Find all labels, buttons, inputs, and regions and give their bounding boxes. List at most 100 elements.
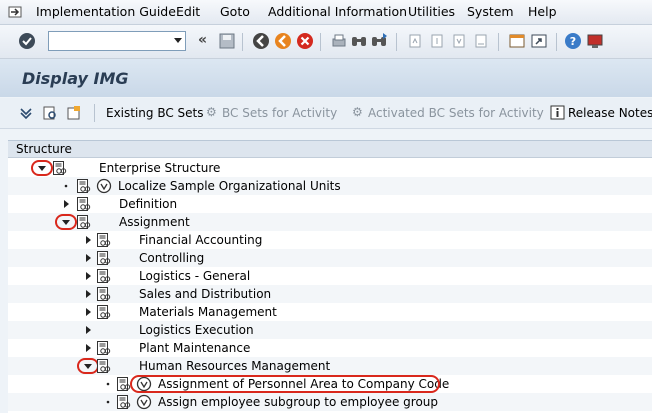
tree-node-label: Enterprise Structure [99,161,221,175]
save-icon[interactable] [218,32,236,50]
bc-sets-for-activity-button[interactable]: BC Sets for Activity [222,106,337,120]
structure-node-icon [77,197,91,211]
svg-text:?: ? [570,35,576,48]
highlight-oval [130,375,440,393]
find-in-tree-icon[interactable] [42,105,58,121]
command-field[interactable] [48,31,186,51]
highlight-circle [55,214,77,230]
structure-node-icon [97,233,111,247]
structure-node-icon [97,251,111,265]
structure-node-icon [97,359,111,373]
tree-node[interactable]: Financial Accounting [8,231,652,249]
structure-node-icon [97,341,111,355]
bullet-icon [64,184,68,188]
tree-node[interactable]: Assignment [8,213,652,231]
collapse-toggle-icon[interactable] [82,252,94,264]
customize-layout-icon[interactable] [586,32,604,50]
tree-node[interactable]: Logistics - General [8,267,652,285]
print-icon[interactable] [330,32,348,50]
title-band: Display IMG [0,59,652,97]
info-icon [550,105,565,120]
menu-goto[interactable]: Goto [220,4,250,19]
collapse-toggle-icon[interactable] [82,288,94,300]
collapse-toggle-icon[interactable] [82,270,94,282]
find-icon[interactable] [350,32,368,50]
double-chevron-left-icon[interactable]: « [198,32,216,50]
collapse-icon[interactable] [18,105,34,121]
note-icon[interactable] [66,105,82,121]
menu-edit[interactable]: Edit [176,4,200,19]
create-session-icon[interactable] [508,32,526,50]
structure-node-icon [53,161,67,175]
help-icon[interactable]: ? [564,32,582,50]
menu-arrow-icon[interactable] [8,5,22,19]
existing-bc-sets-button[interactable]: Existing BC Sets [106,106,204,120]
structure-node-icon [97,269,111,283]
tree-node[interactable]: Definition [8,195,652,213]
structure-node-icon [117,395,131,409]
release-notes-button[interactable]: Release Notes [568,106,652,120]
page-title: Display IMG [22,69,129,88]
enter-icon[interactable] [18,32,36,50]
execute-activity-icon[interactable] [136,394,152,410]
last-page-icon[interactable] [472,32,490,50]
tree-node-label: Materials Management [139,305,277,319]
menu-bar: Implementation Guide Edit Goto Additiona… [0,0,652,25]
menu-system[interactable]: System [467,4,514,19]
execute-activity-icon[interactable] [96,178,112,194]
tree-node[interactable]: Sales and Distribution [8,285,652,303]
tree-node[interactable]: Human Resources Management [8,357,652,375]
tree-node-label: Definition [119,197,178,211]
collapse-toggle-icon[interactable] [60,198,72,210]
activated-bc-sets-icon: ⚙ [352,105,363,119]
application-toolbar: Existing BC Sets ⚙ BC Sets for Activity … [0,98,652,129]
tree-node[interactable]: Logistics Execution [8,321,652,339]
back-nav-icon[interactable] [252,32,270,50]
tree-node-label: Plant Maintenance [139,341,251,355]
tree-node-label: Financial Accounting [139,233,263,247]
first-page-icon[interactable] [406,32,424,50]
tree-node[interactable]: Assign employee subgroup to employee gro… [8,393,652,411]
structure-node-icon [77,215,91,229]
collapse-toggle-icon[interactable] [82,324,94,336]
bullet-icon [106,382,110,386]
bullet-icon [106,400,110,404]
command-input[interactable] [49,32,173,50]
shortcut-icon[interactable] [530,32,548,50]
img-structure-tree: Structure Enterprise Structure Localize S… [8,140,652,413]
collapse-toggle-icon[interactable] [82,234,94,246]
tree-node[interactable]: Plant Maintenance [8,339,652,357]
menu-help[interactable]: Help [528,4,557,19]
tree-node-label: Human Resources Management [139,359,331,373]
structure-node-icon [97,305,111,319]
tree-node-label: Logistics Execution [139,323,254,337]
tree-node[interactable]: Localize Sample Organizational Units [8,177,652,195]
collapse-toggle-icon[interactable] [82,306,94,318]
menu-additional-information[interactable]: Additional Information [268,4,407,19]
collapse-toggle-icon[interactable] [82,342,94,354]
tree-node[interactable]: Enterprise Structure [8,159,652,177]
tree-node-label: Assign employee subgroup to employee gro… [158,395,439,409]
tree-node-label: Logistics - General [139,269,251,283]
highlight-circle [31,160,53,176]
cancel-icon[interactable] [296,32,314,50]
bc-sets-icon: ⚙ [206,105,217,119]
activated-bc-sets-button[interactable]: Activated BC Sets for Activity [368,106,544,120]
menu-implementation-guide[interactable]: Implementation Guide [36,4,176,19]
tree-node[interactable]: Assignment of Personnel Area to Company … [8,375,652,393]
previous-page-icon[interactable] [428,32,446,50]
tree-header-label: Structure [16,142,72,156]
tree-node[interactable]: Materials Management [8,303,652,321]
structure-node-icon [97,287,111,301]
tree-node[interactable]: Controlling [8,249,652,267]
structure-node-icon [77,179,91,193]
tree-node-label: Sales and Distribution [139,287,272,301]
standard-toolbar: « ? [0,25,652,59]
next-page-icon[interactable] [450,32,468,50]
tree-node-label: Controlling [139,251,205,265]
chevron-down-icon[interactable] [174,38,182,43]
tree-node-label: Assignment [119,215,190,229]
menu-utilities[interactable]: Utilities [408,4,455,19]
find-next-icon[interactable] [370,32,388,50]
exit-icon[interactable] [274,32,292,50]
